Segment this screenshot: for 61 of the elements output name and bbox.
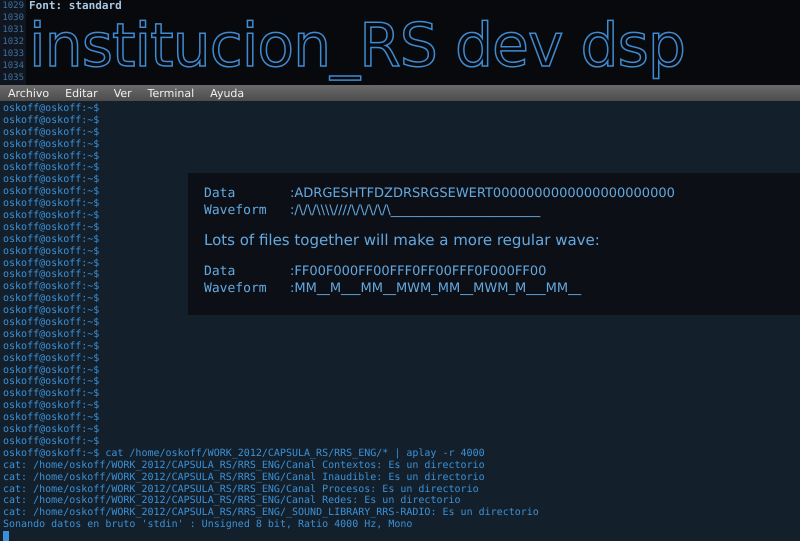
- data-label: Waveform: [204, 202, 268, 219]
- data-label: Data: [204, 185, 236, 202]
- banner-title: institucion_RS dev dsp: [29, 12, 685, 82]
- line-number: 1031: [1, 24, 25, 36]
- text-cursor: [3, 531, 9, 541]
- shell-prompt: oskoff@oskoff:~$: [3, 186, 100, 198]
- shell-prompt: oskoff@oskoff:~$: [3, 222, 100, 233]
- shell-prompt: oskoff@oskoff:~$: [3, 174, 100, 186]
- line-number: 1033: [1, 48, 25, 60]
- shell-prompt: oskoff@oskoff:~$: [3, 424, 100, 436]
- code-line: Font: standard: [29, 0, 123, 12]
- data-value: :/\/\/\\\\////\/\/\/\/\_______________________: [290, 202, 542, 219]
- shell-prompt: oskoff@oskoff:~$: [3, 103, 100, 114]
- shell-prompt: oskoff@oskoff:~$: [3, 293, 100, 304]
- output-line: cat: /home/oskoff/WORK_2012/CAPSULA_RS/RRS_ENG/Canal Contextos: Es un directorio: [3, 460, 485, 471]
- shell-prompt: oskoff@oskoff:~$: [3, 246, 100, 257]
- caption-text: Lots of files together will make a more regular wave:: [204, 231, 601, 249]
- shell-prompt: oskoff@oskoff:~$: [3, 269, 100, 280]
- output-line: cat: /home/oskoff/WORK_2012/CAPSULA_RS/RRS_ENG/Canal Redes: Es un directorio: [3, 495, 461, 506]
- shell-prompt: oskoff@oskoff:~$: [3, 234, 100, 245]
- shell-prompt: oskoff@oskoff:~$: [3, 412, 100, 424]
- shell-prompt: oskoff@oskoff:~$: [3, 340, 100, 352]
- shell-prompt: oskoff@oskoff:~$: [3, 328, 100, 340]
- shell-prompt: oskoff@oskoff:~$: [3, 400, 100, 412]
- shell-prompt: oskoff@oskoff:~$: [3, 210, 100, 222]
- output-line: Sonando datos en bruto 'stdin' : Unsigned 8 bit, Ratio 4000 Hz, Mono: [3, 519, 412, 530]
- menu-item[interactable]: Editar: [63, 86, 100, 100]
- shell-prompt: oskoff@oskoff:~$: [3, 305, 100, 316]
- shell-prompt: oskoff@oskoff:~$: [3, 150, 100, 162]
- output-line: cat: /home/oskoff/WORK_2012/CAPSULA_RS/RRS_ENG/_SOUND_LIBRARY_RRS-RADIO: Es un directorio: [3, 507, 539, 518]
- line-number: 1032: [1, 36, 25, 48]
- shell-prompt: oskoff@oskoff:~$: [3, 126, 100, 138]
- shell-prompt: oskoff@oskoff:~$: [3, 317, 100, 328]
- menu-item[interactable]: Ayuda: [208, 86, 246, 100]
- shell-prompt: oskoff@oskoff:~$: [3, 352, 100, 364]
- shell-prompt: oskoff@oskoff:~$: [3, 114, 100, 126]
- shell-prompt: oskoff@oskoff:~$: [3, 364, 100, 376]
- shell-prompt: oskoff@oskoff:~$: [3, 436, 100, 447]
- shell-prompt: oskoff@oskoff:~$: [3, 198, 100, 210]
- line-number: 1030: [1, 12, 25, 24]
- menu-item[interactable]: Archivo: [6, 86, 52, 100]
- command-text: cat /home/oskoff/WORK_2012/CAPSULA_RS/RRS_ENG/* | aplay -r 4000: [105, 448, 485, 459]
- output-line: cat: /home/oskoff/WORK_2012/CAPSULA_RS/RRS_ENG/Canal Procesos: Es un directorio: [3, 484, 479, 494]
- shell-prompt: oskoff@oskoff:~$: [3, 448, 100, 459]
- data-label: Waveform: [204, 280, 268, 297]
- shell-prompt: oskoff@oskoff:~$: [3, 376, 100, 388]
- output-line: cat: /home/oskoff/WORK_2012/CAPSULA_RS/RRS_ENG/Canal Inaudible: Es un directorio: [3, 472, 485, 483]
- menu-item[interactable]: Ver: [112, 86, 134, 100]
- data-value: :ADRGESHTFDZDRSRGSEWERT0000000000000000000000: [290, 185, 676, 202]
- shell-prompt: oskoff@oskoff:~$: [3, 138, 100, 150]
- data-label: Data: [204, 263, 236, 280]
- data-value: :MM__M___MM__MWM_MM__MWM_M___MM__: [290, 280, 582, 297]
- shell-prompt: oskoff@oskoff:~$: [3, 281, 100, 292]
- line-number: 1035: [1, 72, 25, 84]
- shell-prompt: oskoff@oskoff:~$: [3, 258, 100, 269]
- line-number: 1029: [1, 0, 25, 12]
- line-number: 1034: [1, 60, 25, 72]
- shell-prompt: oskoff@oskoff:~$: [3, 162, 100, 174]
- menu-item[interactable]: Terminal: [146, 86, 196, 100]
- data-value: :FF00F000FF00FFF0FF00FFF0F000FF00: [290, 263, 548, 280]
- shell-prompt: oskoff@oskoff:~$: [3, 388, 100, 400]
